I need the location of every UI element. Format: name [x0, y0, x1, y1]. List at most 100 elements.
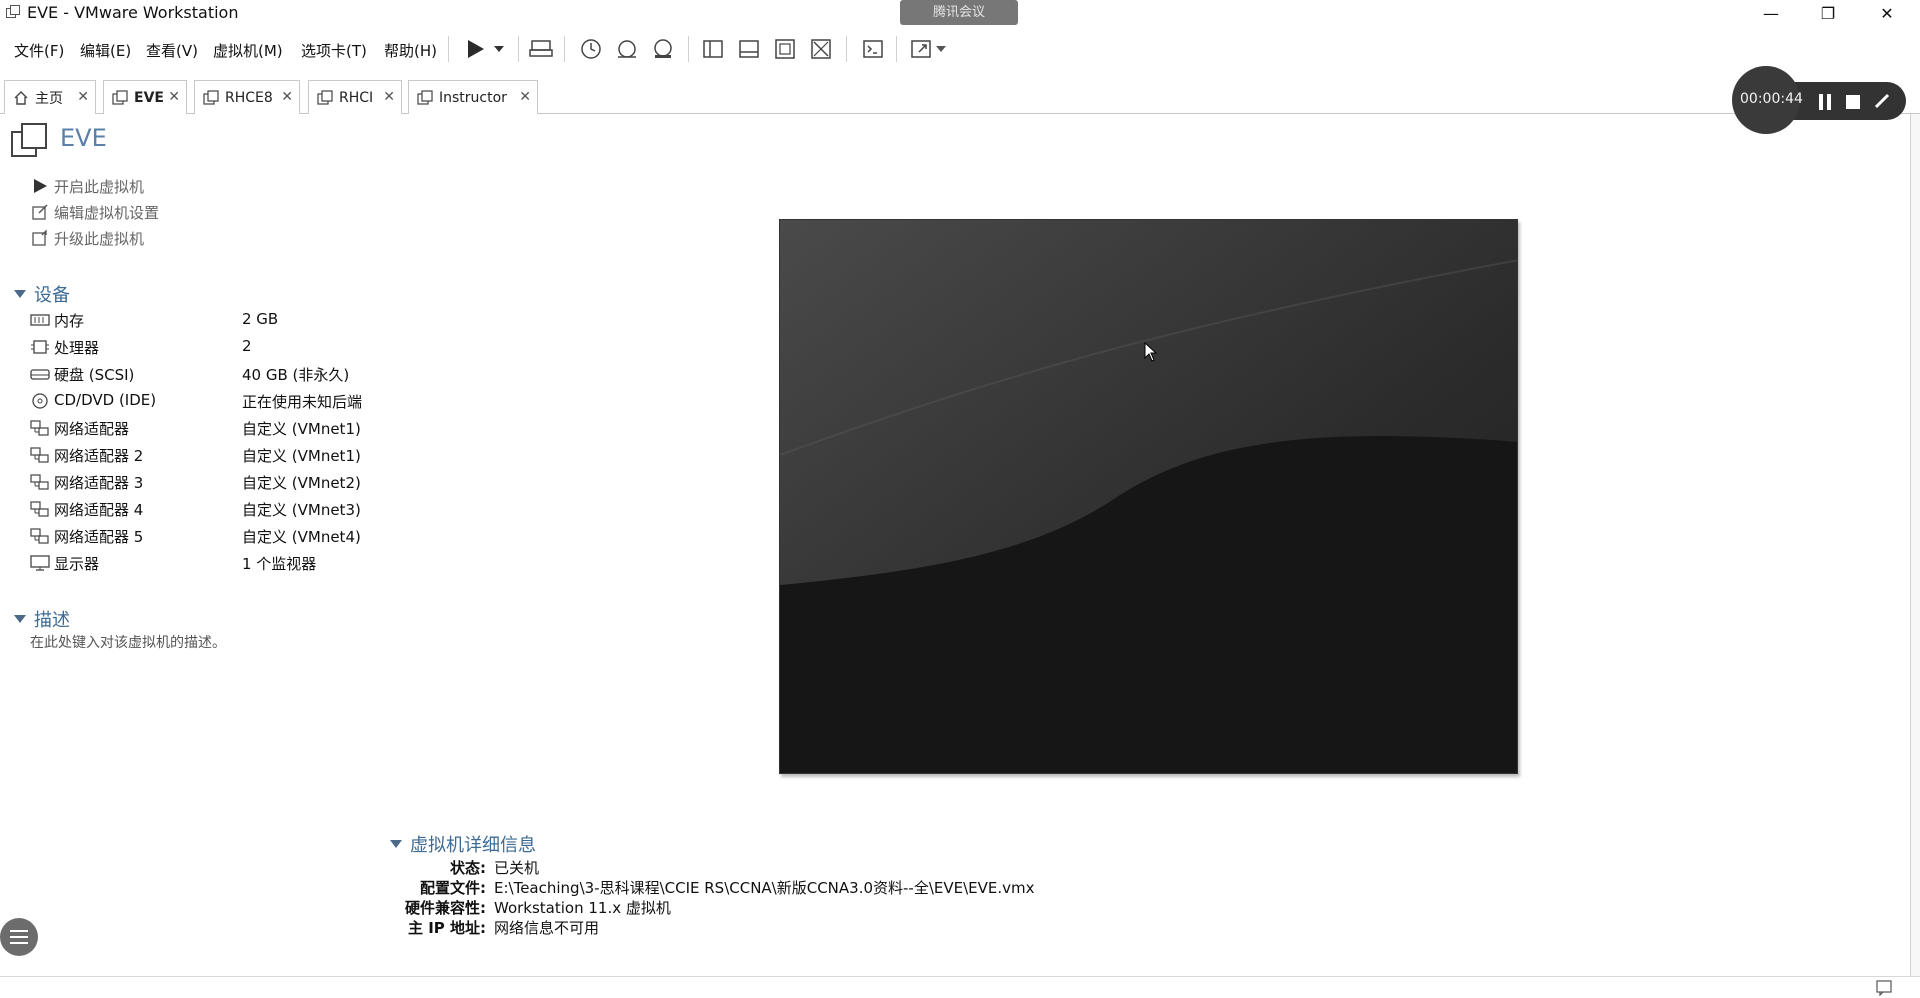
edit-vm-settings-link[interactable]: 编辑虚拟机设置 — [30, 201, 159, 223]
edit-settings-icon — [30, 202, 50, 222]
unity-button[interactable] — [808, 36, 834, 62]
device-name: 网络适配器 2 — [54, 447, 144, 465]
device-row-network-adapter[interactable]: 网络适配器 自定义 (VMnet1) — [30, 416, 450, 440]
floating-menu-button[interactable] — [0, 918, 38, 956]
stretch-dropdown-button[interactable] — [933, 36, 949, 62]
devices-section-header[interactable]: 设备 — [14, 281, 70, 307]
stop-button[interactable] — [1846, 95, 1860, 109]
stop-icon — [1846, 95, 1860, 109]
device-name: 显示器 — [54, 555, 100, 573]
toolbar-separator — [448, 36, 449, 62]
device-value: 40 GB (非永久) — [242, 366, 350, 384]
restore-button[interactable]: ❐ — [1805, 0, 1851, 26]
close-icon[interactable]: ✕ — [77, 89, 89, 105]
device-name: 硬盘 (SCSI) — [54, 366, 135, 384]
tab-rhci[interactable]: RHCI ✕ — [308, 80, 402, 114]
tab-label: RHCI — [339, 89, 374, 106]
home-icon — [14, 90, 28, 105]
minimize-icon: — — [1763, 3, 1779, 23]
memory-icon — [30, 314, 50, 326]
snapshot-button[interactable] — [578, 36, 604, 62]
network-icon — [30, 420, 49, 436]
cpu-icon — [31, 340, 49, 354]
vertical-scrollbar[interactable] — [1910, 114, 1920, 976]
menu-vm[interactable]: 虚拟机(M) — [213, 40, 283, 61]
vm-screen-preview[interactable] — [779, 219, 1518, 774]
device-row-network-adapter-3[interactable]: 网络适配器 3 自定义 (VMnet2) — [30, 470, 450, 494]
description-input[interactable]: 在此处键入对该虚拟机的描述。 — [30, 632, 226, 652]
device-row-network-adapter-4[interactable]: 网络适配器 4 自定义 (VMnet3) — [30, 497, 450, 521]
show-thumbnail-bar-button[interactable] — [736, 36, 762, 62]
console-view-button[interactable] — [860, 36, 886, 62]
stretch-guest-button[interactable] — [908, 36, 934, 62]
chevron-down-icon — [494, 46, 504, 52]
menu-file[interactable]: 文件(F) — [14, 40, 64, 61]
action-label: 开启此虚拟机 — [54, 177, 145, 196]
disk-icon — [30, 369, 50, 380]
upgrade-vm-link[interactable]: 升级此虚拟机 — [30, 227, 144, 249]
mouse-cursor-icon — [1144, 342, 1158, 362]
device-name: 处理器 — [54, 339, 100, 357]
power-on-button[interactable] — [460, 36, 494, 62]
tab-strip: 主页 ✕ EVE ✕ RHCE8 ✕ RHCI ✕ Instructor ✕ — [0, 80, 1920, 114]
device-row-network-adapter-5[interactable]: 网络适配器 5 自定义 (VMnet4) — [30, 524, 450, 548]
network-icon — [30, 474, 49, 490]
pause-button[interactable] — [1818, 94, 1832, 110]
tab-home[interactable]: 主页 ✕ — [4, 80, 96, 114]
menu-edit[interactable]: 编辑(E) — [80, 40, 131, 61]
snapshot-manager-button[interactable] — [650, 36, 676, 62]
menu-help[interactable]: 帮助(H) — [384, 40, 437, 61]
device-value: 2 GB — [242, 310, 279, 328]
toolbar-separator — [518, 36, 519, 62]
show-library-button[interactable] — [700, 36, 726, 62]
device-row-hard-disk[interactable]: 硬盘 (SCSI) 40 GB (非永久) — [30, 362, 450, 386]
toolbar-separator — [896, 36, 897, 62]
thumbnail-bar-icon — [739, 40, 759, 58]
close-icon[interactable]: ✕ — [281, 89, 293, 105]
title-bar: EVE - VMware Workstation 腾讯会议 — ❐ ✕ — [0, 0, 1920, 26]
power-on-vm-link[interactable]: 开启此虚拟机 — [30, 175, 144, 197]
vm-details-section-header[interactable]: 虚拟机详细信息 — [390, 831, 536, 857]
chevron-down-icon — [390, 840, 402, 848]
device-value: 2 — [242, 337, 252, 355]
device-row-cd-dvd[interactable]: CD/DVD (IDE) 正在使用未知后端 — [30, 389, 450, 413]
tab-instructor[interactable]: Instructor ✕ — [408, 80, 538, 114]
section-title: 虚拟机详细信息 — [410, 835, 536, 856]
device-value: 正在使用未知后端 — [242, 393, 363, 411]
full-screen-button[interactable] — [772, 36, 798, 62]
scrollbar-thumb[interactable] — [1910, 114, 1920, 976]
annotate-button[interactable] — [1874, 93, 1890, 109]
device-name: 网络适配器 3 — [54, 474, 144, 492]
minimize-button[interactable]: — — [1748, 0, 1794, 26]
message-log-icon[interactable] — [1876, 980, 1892, 996]
menu-tabs[interactable]: 选项卡(T) — [301, 40, 367, 61]
send-ctrl-alt-del-button[interactable] — [528, 36, 554, 62]
section-title: 设备 — [34, 285, 70, 306]
close-icon[interactable]: ✕ — [168, 89, 180, 105]
device-value: 自定义 (VMnet1) — [242, 447, 361, 465]
menu-icon — [10, 930, 28, 944]
toolbar-separator — [564, 36, 565, 62]
close-button[interactable]: ✕ — [1864, 0, 1910, 26]
tab-eve[interactable]: EVE ✕ — [103, 80, 187, 114]
detail-label-ip-address: 主 IP 地址: — [407, 919, 486, 937]
vm-large-icon — [11, 123, 47, 157]
meeting-badge[interactable]: 腾讯会议 — [900, 0, 1018, 25]
device-name: 内存 — [54, 312, 85, 330]
description-section-header[interactable]: 描述 — [14, 606, 70, 632]
toolbar-separator — [688, 36, 689, 62]
revert-snapshot-button[interactable] — [614, 36, 640, 62]
close-icon[interactable]: ✕ — [383, 89, 395, 105]
device-row-memory[interactable]: 内存 2 GB — [30, 308, 450, 332]
device-row-network-adapter-2[interactable]: 网络适配器 2 自定义 (VMnet1) — [30, 443, 450, 467]
device-row-processor[interactable]: 处理器 2 — [30, 335, 450, 359]
device-row-display[interactable]: 显示器 1 个监视器 — [30, 551, 450, 575]
close-icon[interactable]: ✕ — [519, 89, 531, 105]
vm-name-title: EVE — [60, 124, 107, 152]
tab-rhce8[interactable]: RHCE8 ✕ — [194, 80, 300, 114]
menu-view[interactable]: 查看(V) — [146, 40, 198, 61]
restore-icon: ❐ — [1820, 3, 1836, 23]
power-dropdown-button[interactable] — [491, 36, 507, 62]
detail-label-config-file: 配置文件: — [420, 879, 486, 897]
unity-icon — [811, 39, 831, 59]
